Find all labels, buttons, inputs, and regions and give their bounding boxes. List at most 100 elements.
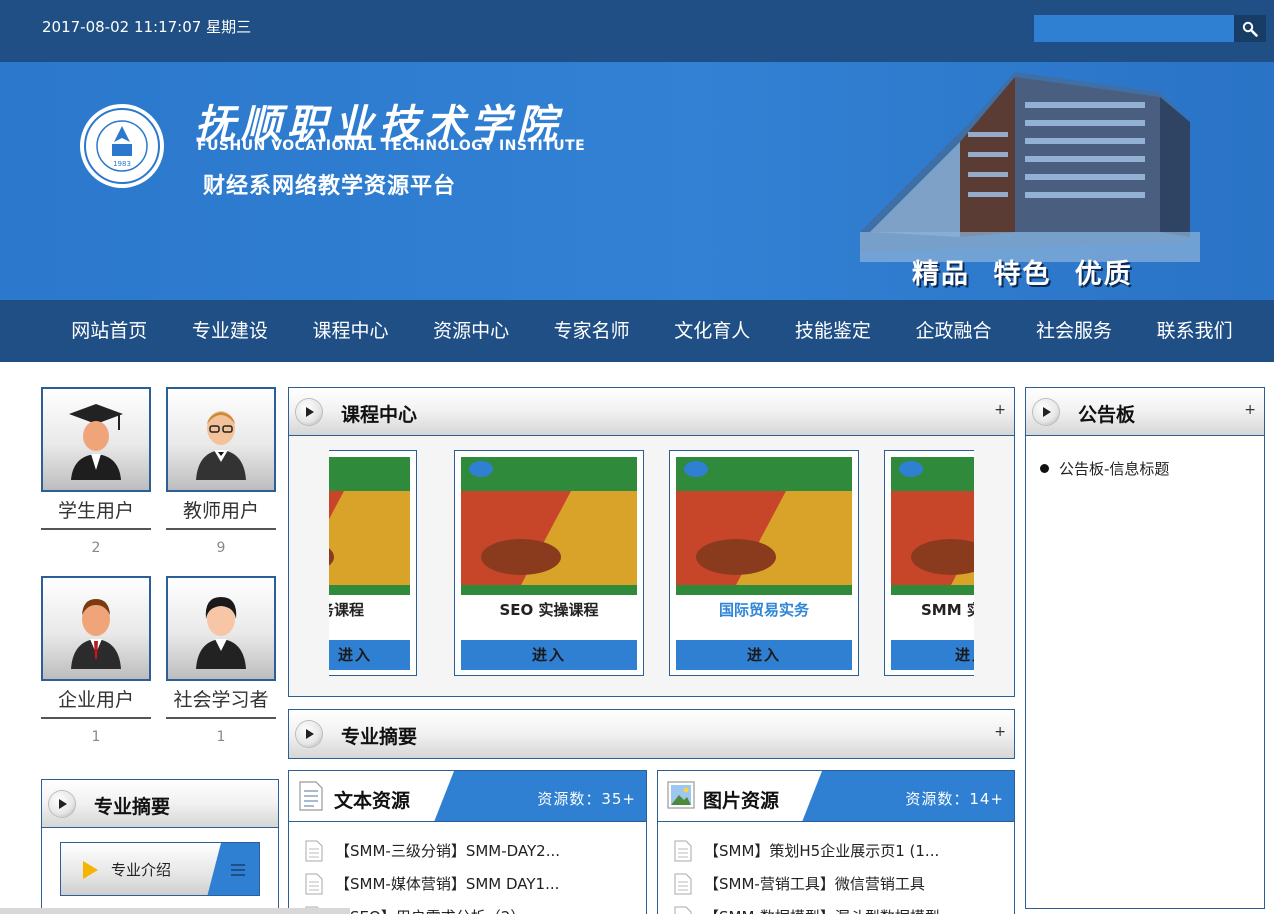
text-resources-header: 文本资源 资源数：35+ (289, 771, 646, 822)
file-icon (305, 840, 323, 861)
course-thumbnail (676, 457, 852, 595)
play-icon (296, 721, 322, 747)
course-center-header: 课程中心 + (289, 388, 1014, 436)
search-input[interactable] (1034, 15, 1234, 42)
text-resources-list: 【SMM-三级分销】SMM-DAY2... 【SMM-媒体营销】SMM DAY1… (289, 822, 646, 914)
student-photo[interactable] (41, 387, 151, 492)
nav-item-home[interactable]: 网站首页 (49, 300, 170, 362)
major-intro-label: 专业介绍 (111, 861, 172, 879)
school-seal-logo: 1983 (80, 104, 164, 188)
notice-item[interactable]: 公告板-信息标题 (1040, 458, 1169, 479)
user-tile-teacher[interactable]: 教师用户 9 (166, 387, 276, 556)
course-name: 国际贸易实务 (718, 601, 809, 619)
course-card[interactable]: SMM 实 进入 (884, 450, 974, 676)
nav-item-culture[interactable]: 文化育人 (652, 300, 773, 362)
learner-label: 社会学习者 (166, 681, 276, 719)
course-name: SMM 实 (921, 601, 974, 619)
major-summary-title: 专业摘要 (341, 726, 418, 748)
teacher-avatar-icon (196, 410, 246, 480)
teacher-photo[interactable] (166, 387, 276, 492)
teacher-count: 9 (216, 540, 226, 556)
list-item[interactable]: 【SMM-营销工具】微信营销工具 (674, 867, 1014, 900)
notice-item-label: 公告板-信息标题 (1059, 460, 1170, 478)
file-icon (674, 840, 692, 861)
course-card[interactable]: 国际贸易实务 进入 (669, 450, 859, 676)
user-tile-student[interactable]: 学生用户 2 (41, 387, 151, 556)
side-major-summary-header: 专业摘要 (42, 780, 278, 828)
platform-name: 财经系网络教学资源平台 (203, 174, 457, 199)
school-name-en: FUSHUN VOCATIONAL TECHNOLOGY INSTITUTE (197, 138, 586, 154)
text-resources-title: 文本资源 (334, 790, 411, 812)
major-summary-panel: 专业摘要 + (288, 709, 1015, 759)
search-icon (1242, 21, 1258, 37)
list-item-label: 【SEO】用户需求分析（2） (335, 906, 525, 914)
nav-item-experts[interactable]: 专家名师 (531, 300, 652, 362)
list-item[interactable]: 【SMM-媒体营销】SMM DAY1... (305, 867, 646, 900)
bullet-icon (1040, 464, 1049, 473)
text-resources-count[interactable]: 资源数：35+ (537, 788, 636, 809)
course-enter-button[interactable]: 进入 (676, 640, 852, 670)
nav-item-contact[interactable]: 联系我们 (1134, 300, 1255, 362)
major-summary-more-button[interactable]: + (994, 724, 1006, 740)
play-icon (1033, 399, 1059, 425)
document-icon (299, 781, 323, 811)
major-intro-button[interactable]: 专业介绍 (60, 842, 260, 896)
datetime-display: 2017-08-02 11:17:07 星期三 (42, 18, 252, 36)
notice-board-panel: 公告板 + 公告板-信息标题 (1025, 387, 1265, 909)
file-icon (674, 906, 692, 914)
nav-item-skills[interactable]: 技能鉴定 (773, 300, 894, 362)
list-item[interactable]: 【SMM-数据模型】漏斗型数据模型 (674, 900, 1014, 914)
learner-count: 1 (216, 729, 226, 745)
side-major-summary-panel: 专业摘要 专业介绍 (41, 779, 279, 914)
picture-icon (667, 781, 695, 809)
nav-item-major[interactable]: 专业建设 (170, 300, 291, 362)
course-card[interactable]: 务课程 进入 (329, 450, 417, 676)
student-avatar-icon (69, 403, 123, 480)
user-tile-enterprise[interactable]: 企业用户 1 (41, 576, 151, 745)
nav-item-social[interactable]: 社会服务 (1014, 300, 1135, 362)
menu-icon (231, 864, 245, 876)
teacher-label: 教师用户 (166, 492, 276, 530)
main-nav: 网站首页 专业建设 课程中心 资源中心 专家名师 文化育人 技能鉴定 企政融合 … (0, 300, 1274, 362)
search-button[interactable] (1234, 15, 1266, 42)
list-item-label: 【SMM-营销工具】微信营销工具 (704, 875, 925, 893)
course-center-more-button[interactable]: + (994, 402, 1006, 418)
enterprise-label: 企业用户 (41, 681, 151, 719)
nav-item-courses[interactable]: 课程中心 (290, 300, 411, 362)
course-enter-button[interactable]: 进入 (891, 640, 974, 670)
user-tile-learner[interactable]: 社会学习者 1 (166, 576, 276, 745)
play-icon (49, 791, 75, 817)
learner-photo[interactable] (166, 576, 276, 681)
image-resources-list: 【SMM】策划H5企业展示页1 (1... 【SMM-营销工具】微信营销工具 【… (658, 822, 1014, 914)
list-item-label: 【SMM-数据模型】漏斗型数据模型 (704, 906, 940, 914)
seal-year: 1983 (113, 160, 131, 168)
side-major-summary-title: 专业摘要 (94, 796, 171, 818)
course-thumbnail (461, 457, 637, 595)
enterprise-count: 1 (91, 729, 101, 745)
enterprise-avatar-icon (71, 598, 121, 669)
header-banner: 1983 抚顺职业技术学院 FUSHUN VOCATIONAL TECHNOLO… (0, 62, 1274, 300)
file-icon (674, 873, 692, 894)
course-name: 务课程 (329, 601, 364, 619)
nav-item-enterprise[interactable]: 企政融合 (893, 300, 1014, 362)
list-item-label: 【SMM】策划H5企业展示页1 (1... (704, 842, 940, 860)
course-thumbnail (329, 457, 410, 595)
play-arrow-icon (83, 861, 98, 879)
notice-board-more-button[interactable]: + (1244, 402, 1256, 418)
horizontal-scrollbar[interactable] (0, 908, 350, 914)
course-card[interactable]: SEO 实操课程 进入 (454, 450, 644, 676)
file-icon (305, 873, 323, 894)
top-bar: 2017-08-02 11:17:07 星期三 (0, 0, 1274, 62)
major-summary-header: 专业摘要 + (289, 710, 1014, 758)
image-resources-count[interactable]: 资源数：14+ (905, 788, 1004, 809)
image-resources-box: 图片资源 资源数：14+ 【SMM】策划H5企业展示页1 (1... 【SMM-… (657, 770, 1015, 914)
notice-board-header: 公告板 + (1026, 388, 1264, 436)
list-item[interactable]: 【SEO】用户需求分析（2） (305, 900, 646, 914)
enterprise-photo[interactable] (41, 576, 151, 681)
course-enter-button[interactable]: 进入 (461, 640, 637, 670)
list-item[interactable]: 【SMM】策划H5企业展示页1 (1... (674, 834, 1014, 867)
nav-item-resources[interactable]: 资源中心 (411, 300, 532, 362)
course-enter-button[interactable]: 进入 (329, 640, 410, 670)
course-center-title: 课程中心 (341, 404, 418, 426)
list-item[interactable]: 【SMM-三级分销】SMM-DAY2... (305, 834, 646, 867)
